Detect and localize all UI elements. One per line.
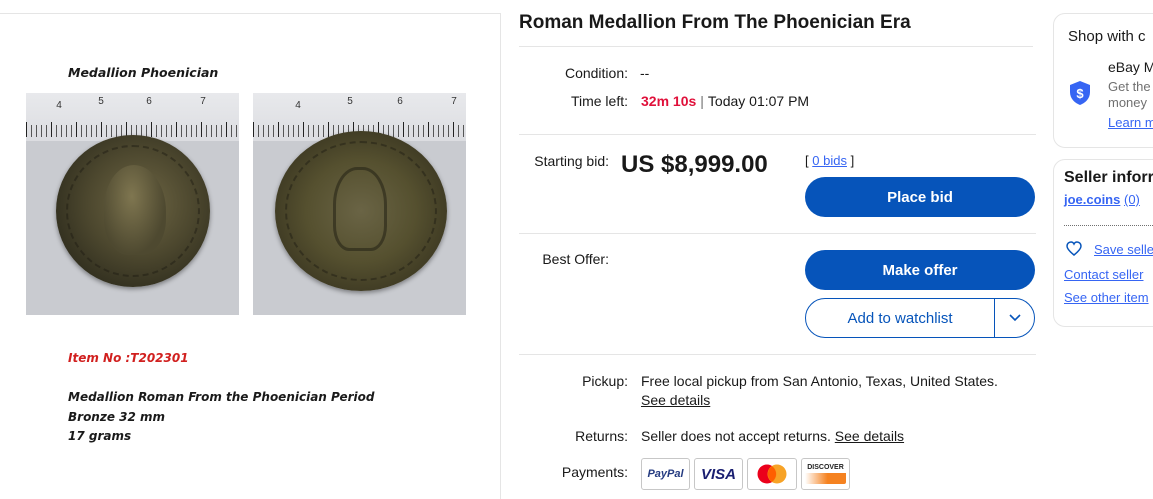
divider	[519, 46, 1033, 47]
ruler-number: 4	[295, 100, 301, 111]
seller-information-heading: Seller inforr	[1064, 169, 1153, 186]
bid-count: [ 0 bids ]	[805, 153, 854, 168]
coin-reverse	[275, 131, 447, 291]
image-title-text: Medallion Phoenician	[68, 65, 219, 80]
best-offer-label: Best Offer:	[542, 251, 609, 267]
ruler-number: 6	[146, 96, 152, 107]
ruler-number: 5	[347, 96, 353, 107]
description-line: Bronze 32 mm	[68, 409, 166, 424]
returns-value: Seller does not accept returns. See deta…	[641, 428, 904, 444]
bids-link[interactable]: 0 bids	[812, 153, 847, 168]
ruler-number: 6	[397, 96, 403, 107]
ruler-number: 4	[56, 100, 62, 111]
watchlist-split-button: Add to watchlist	[805, 298, 1035, 338]
coin-obverse-photo[interactable]: 4 5 6 7	[26, 93, 239, 315]
item-description: Medallion Roman From the Phoenician Peri…	[68, 388, 375, 447]
contact-seller-link[interactable]: Contact seller	[1064, 267, 1143, 282]
starting-bid-label: Starting bid:	[534, 153, 609, 169]
starting-bid-price: US $8,999.00	[621, 151, 768, 178]
money-back-text: Get the	[1108, 79, 1151, 94]
condition-label: Condition:	[564, 65, 628, 81]
divider	[519, 233, 1036, 234]
separator: |	[700, 93, 704, 109]
mastercard-logo	[757, 464, 787, 484]
ruler-number: 7	[451, 96, 457, 107]
pickup-value: Free local pickup from San Antonio, Texa…	[641, 373, 998, 389]
see-other-items-link[interactable]: See other item	[1064, 290, 1149, 305]
shop-with-confidence-heading: Shop with c	[1068, 28, 1146, 45]
discover-text: DISCOVER	[807, 464, 844, 471]
visa-icon: VISA	[694, 458, 743, 490]
pickup-label: Pickup:	[582, 373, 628, 389]
paypal-text: PayPal	[647, 468, 684, 480]
seller-feedback-link[interactable]: (0)	[1124, 192, 1140, 207]
bracket: ]	[850, 153, 855, 168]
money-back-text: money	[1108, 95, 1148, 110]
description-line: 17 grams	[68, 429, 132, 443]
svg-text:$: $	[1076, 86, 1084, 101]
condition-value: --	[640, 65, 650, 81]
ruler-number: 5	[98, 96, 104, 107]
divider	[519, 354, 1036, 355]
watchlist-dropdown-button[interactable]	[994, 299, 1034, 337]
seller-row: joe.coins (0)	[1064, 192, 1140, 207]
add-to-watchlist-button[interactable]: Add to watchlist	[806, 299, 994, 337]
time-left-label: Time left:	[570, 93, 628, 109]
discover-icon: DISCOVER	[801, 458, 850, 490]
seller-name-link[interactable]: joe.coins	[1064, 192, 1120, 207]
save-seller-link[interactable]: Save selle	[1094, 242, 1153, 257]
ruler: 4 5 6 7	[26, 93, 239, 141]
time-left-end: Today 01:07 PM	[707, 93, 810, 109]
description-line: Medallion Roman From the Phoenician Peri…	[68, 390, 375, 404]
returns-see-details-link[interactable]: See details	[835, 428, 904, 444]
returns-label: Returns:	[575, 428, 628, 444]
paypal-icon: PayPal	[641, 458, 690, 490]
payments-label: Payments:	[561, 464, 628, 480]
ruler-number: 7	[200, 96, 206, 107]
coin-reverse-photo[interactable]: 4 5 6 7	[253, 93, 466, 315]
coin-obverse	[56, 135, 210, 287]
divider	[519, 134, 1036, 135]
pickup-see-details-link[interactable]: See details	[641, 392, 710, 408]
time-left-value: 32m 10s | Today 01:07 PM	[641, 93, 809, 109]
chevron-down-icon	[1008, 314, 1021, 322]
place-bid-button[interactable]: Place bid	[805, 177, 1035, 217]
image-gallery: Medallion Phoenician 4 5 6 7 4 5 6 7 Ite…	[0, 13, 501, 499]
dotted-divider	[1064, 225, 1153, 226]
bracket: [	[805, 153, 809, 168]
heart-icon[interactable]	[1066, 241, 1082, 256]
returns-text: Seller does not accept returns.	[641, 428, 831, 444]
time-left-countdown: 32m 10s	[641, 93, 697, 109]
learn-more-link[interactable]: Learn m	[1108, 115, 1153, 130]
money-back-shield-icon: $	[1070, 81, 1090, 105]
money-back-title: eBay M	[1108, 59, 1153, 75]
item-number-text: Item No :T202301	[68, 351, 189, 365]
listing-title: Roman Medallion From The Phoenician Era	[519, 12, 911, 33]
make-offer-button[interactable]: Make offer	[805, 250, 1035, 290]
mastercard-icon	[747, 458, 797, 490]
visa-text: VISA	[700, 465, 736, 483]
